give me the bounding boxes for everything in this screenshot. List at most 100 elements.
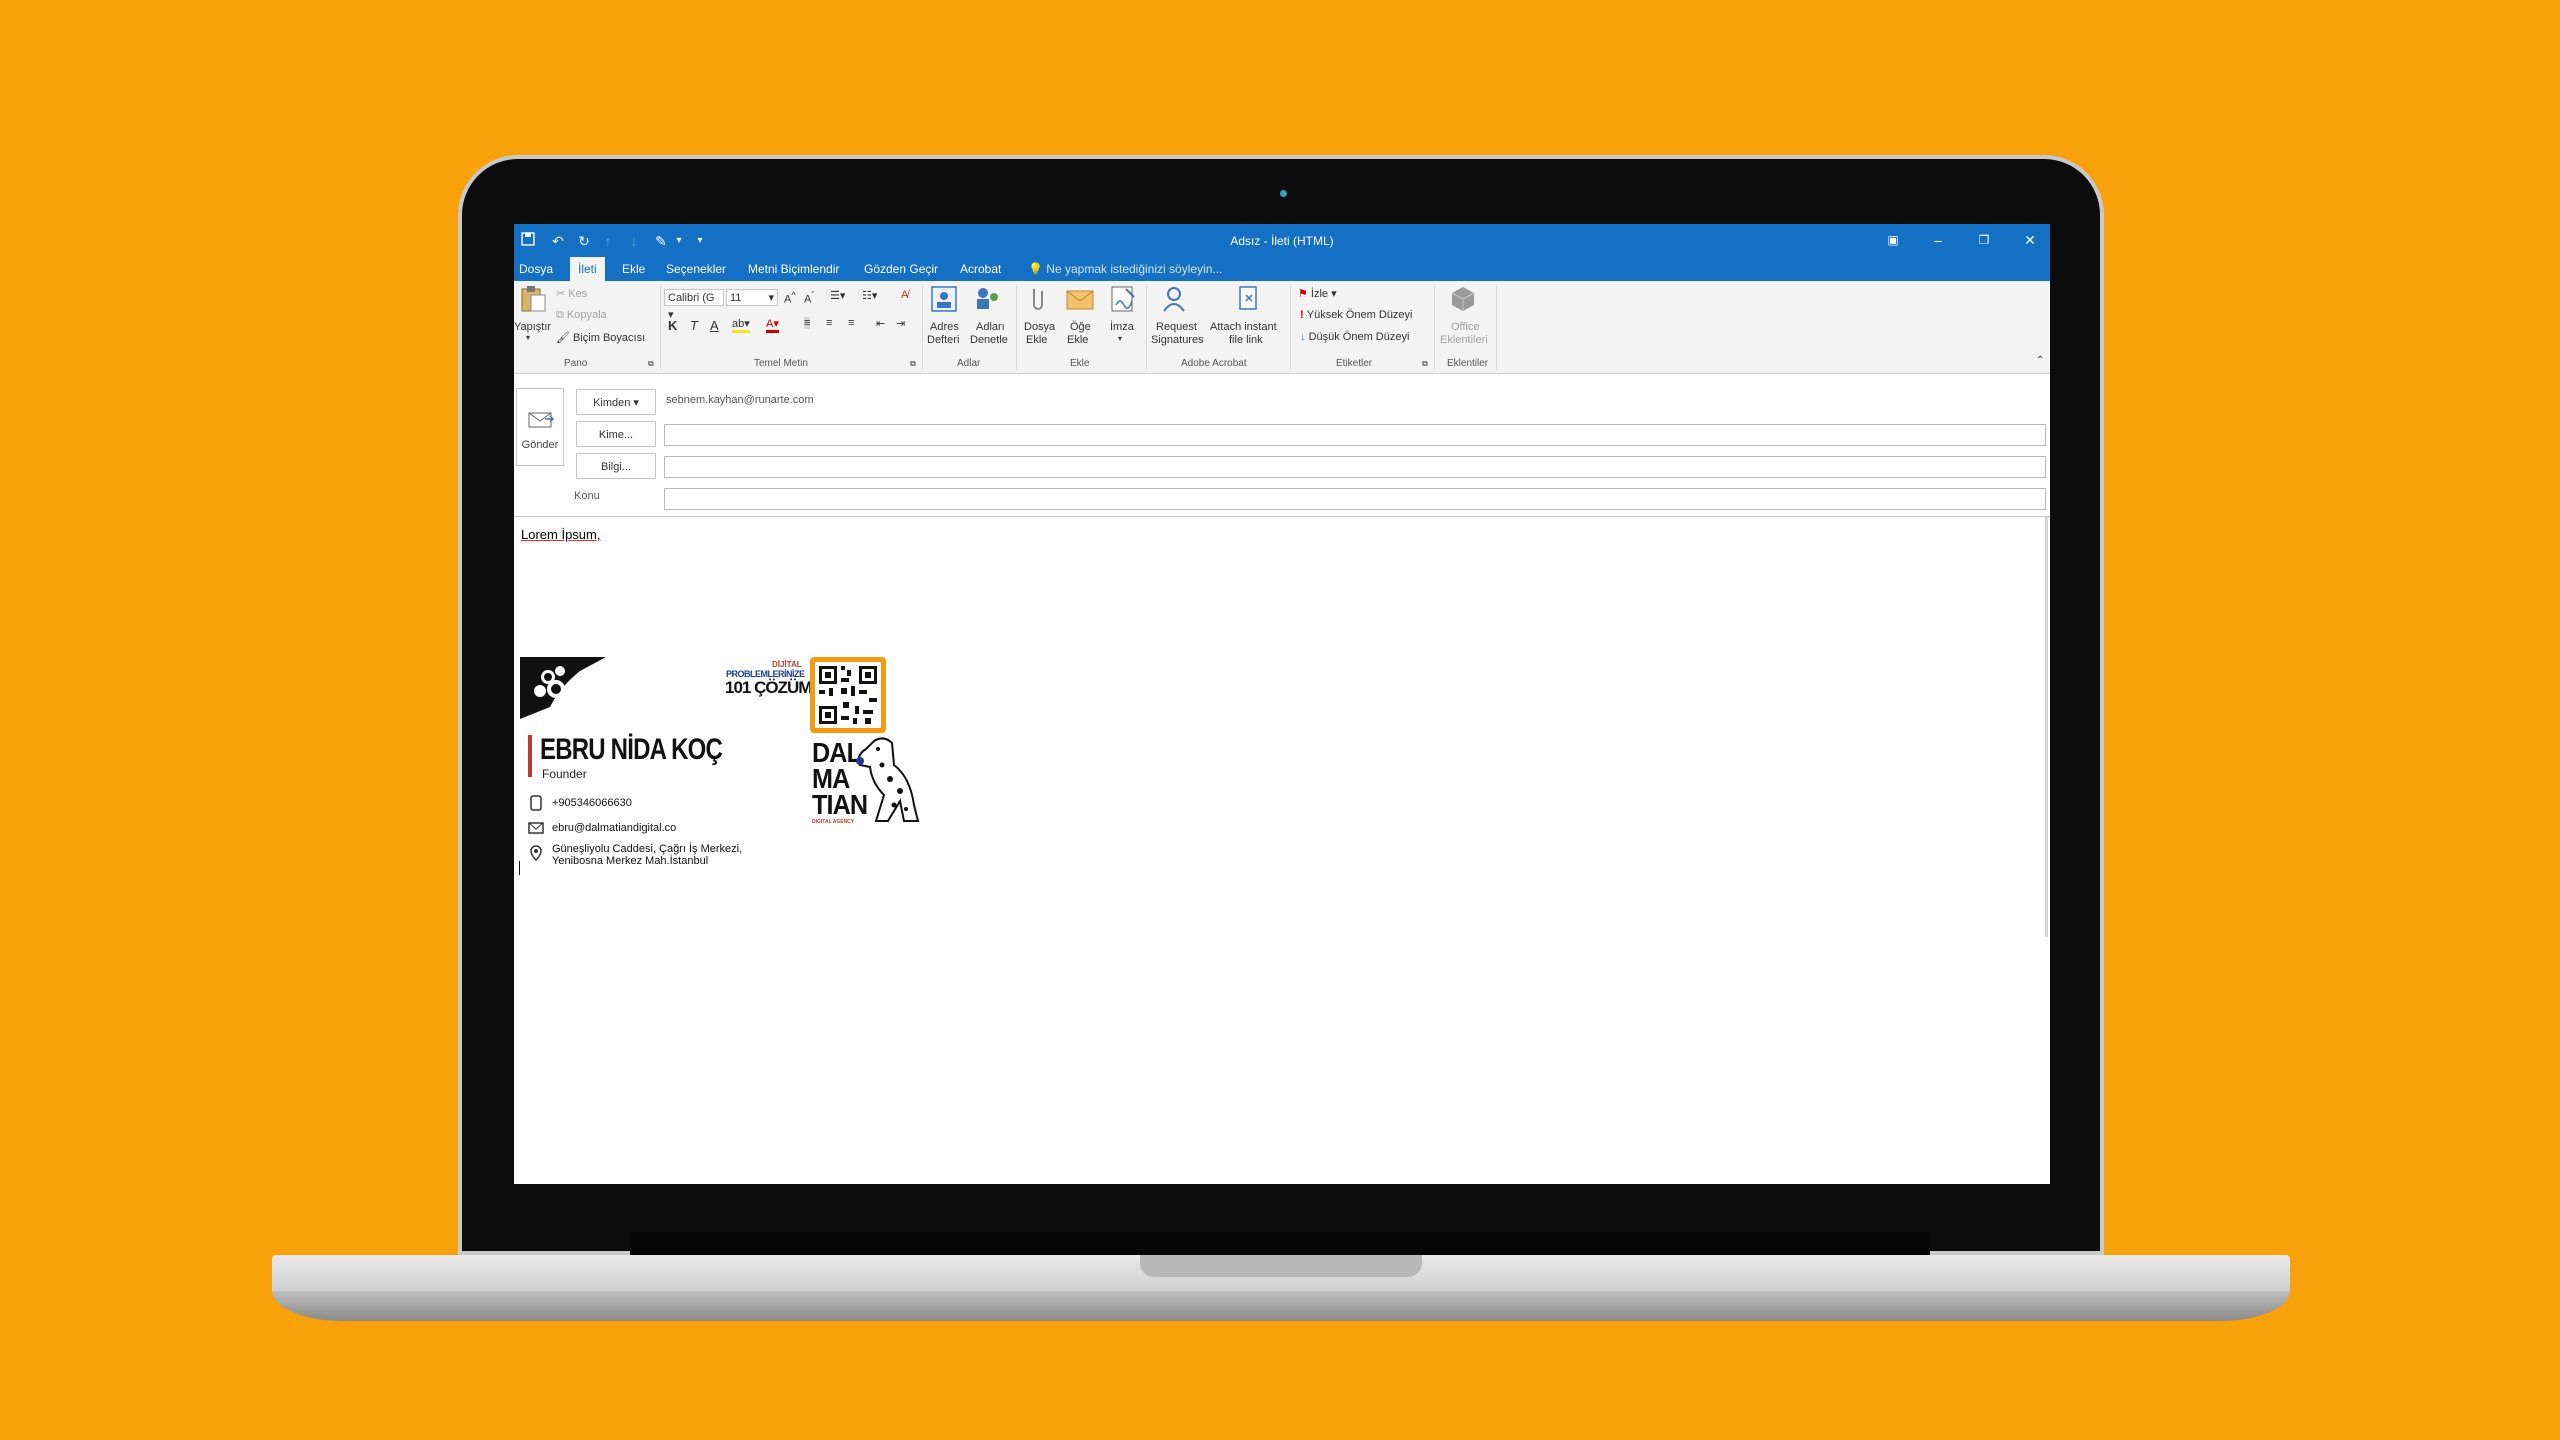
vertical-scrollbar[interactable] xyxy=(2045,517,2048,937)
copy-label: Kopyala xyxy=(566,309,607,321)
phone-icon xyxy=(530,795,542,811)
group-label-ekle: Ekle xyxy=(1070,358,1090,369)
dalmatian-dog-icon xyxy=(856,737,920,822)
follow-up-button[interactable]: ⚑ İzle ▾ xyxy=(1298,287,1337,300)
highlight-icon[interactable]: ab▾ xyxy=(732,317,750,333)
promo-text-1: DİJİTAL xyxy=(772,660,802,669)
signature-label: İmza xyxy=(1110,321,1134,333)
attach-item-label-1: Öğe xyxy=(1070,321,1091,333)
to-button[interactable]: Kime... xyxy=(576,421,656,447)
format-painter-label: Biçim Boyacısı xyxy=(573,332,646,344)
minimize-button[interactable]: – xyxy=(1925,229,1951,251)
ribbon-display-icon[interactable]: ▣ xyxy=(1880,229,1906,251)
align-center-icon[interactable]: ≡ xyxy=(826,317,832,329)
ribbon-tabs: Dosya İleti Ekle Seçenekler Metni Biçiml… xyxy=(514,257,2050,281)
cc-button[interactable]: Bilgi... xyxy=(576,453,656,479)
group-label-pano: Pano xyxy=(564,358,588,369)
tags-launcher-icon[interactable]: ⧉ xyxy=(1422,359,1428,369)
attach-file-label-2: Ekle xyxy=(1026,334,1048,346)
grow-font-icon[interactable]: A^ xyxy=(784,290,796,306)
check-names-icon xyxy=(977,288,998,309)
request-signatures-label-2: Signatures xyxy=(1151,334,1204,346)
greeting-text: Lorem İpsum, xyxy=(521,527,601,542)
italic-button[interactable]: T xyxy=(690,318,698,333)
font-family-select[interactable]: Calibri (G ▾ xyxy=(664,289,724,321)
low-importance-label: Düşük Önem Düzeyi xyxy=(1308,331,1410,343)
laptop-hinge xyxy=(630,1232,1930,1257)
tab-metni-bicimlendir[interactable]: Metni Biçimlendir xyxy=(748,262,839,276)
subject-field[interactable] xyxy=(664,488,2046,510)
tab-ekle[interactable]: Ekle xyxy=(622,262,645,276)
high-importance-label: Yüksek Önem Düzeyi xyxy=(1306,309,1413,321)
separator xyxy=(1496,285,1497,369)
to-field[interactable] xyxy=(664,424,2046,446)
message-body[interactable]: Lorem İpsum, EBRU NİDA KOÇ Founder +9053… xyxy=(514,517,2050,1184)
separator xyxy=(660,285,661,369)
office-addins-label-1: Office xyxy=(1451,321,1480,333)
check-names-label-2: Denetle xyxy=(970,334,1008,346)
tab-acrobat[interactable]: Acrobat xyxy=(960,262,1001,276)
font-size-select[interactable]: 11 ▾ xyxy=(726,289,778,306)
scissors-icon: ✂ xyxy=(556,288,569,300)
shrink-font-icon[interactable]: Aˇ xyxy=(804,290,814,306)
signature-email[interactable]: ebru@dalmatiandigital.co xyxy=(552,822,676,834)
align-right-icon[interactable]: ≡ xyxy=(848,317,854,329)
cc-field[interactable] xyxy=(664,456,2046,478)
tab-gozden-gecir[interactable]: Gözden Geçir xyxy=(864,262,938,276)
brush-icon: 🖌 xyxy=(556,332,574,344)
close-button[interactable]: ✕ xyxy=(2017,229,2043,251)
from-label: Kimden xyxy=(593,397,631,409)
ribbon: Yapıştır ▾ ✂ Kes ⧉ Kopyala 🖌 Biçim Boyac… xyxy=(514,281,2050,374)
tab-ileti[interactable]: İleti xyxy=(570,257,605,281)
cut-label: Kes xyxy=(568,288,588,300)
webcam xyxy=(1280,190,1287,197)
send-button[interactable]: Gönder xyxy=(516,388,564,466)
pano-launcher-icon[interactable]: ⧉ xyxy=(648,359,654,369)
title-bar: ↶ ↻ ↑ ↓ ✎ ▾ ▾ Adsız - İleti (HTML) ▣ – ❐… xyxy=(514,224,2050,257)
decrease-indent-icon[interactable]: ⇤ xyxy=(876,317,885,330)
from-address: sebnem.kayhan@runarte.com xyxy=(666,394,814,406)
restore-button[interactable]: ❐ xyxy=(1971,229,1997,251)
format-painter-button[interactable]: 🖌 Biçim Boyacısı xyxy=(556,331,645,344)
underline-button[interactable]: A xyxy=(710,318,719,333)
text-cursor xyxy=(519,861,520,875)
tab-secenekler[interactable]: Seçenekler xyxy=(666,262,726,276)
promo-text-3: 101 ÇÖZÜM xyxy=(725,678,812,697)
bold-button[interactable]: K xyxy=(668,318,677,333)
from-button[interactable]: Kimden ▾ xyxy=(576,389,656,415)
increase-indent-icon[interactable]: ⇥ xyxy=(896,317,905,330)
high-importance-button[interactable]: ! Yüksek Önem Düzeyi xyxy=(1300,309,1413,321)
signature-phone[interactable]: +905346066630 xyxy=(552,797,632,809)
signature-address-1: Güneşliyolu Caddesi, Çağrı İş Merkezi, xyxy=(552,843,743,855)
location-pin-icon xyxy=(530,845,542,861)
bullets-icon[interactable]: ☰▾ xyxy=(830,289,845,302)
check-names-label-1: Adları xyxy=(976,321,1005,333)
font-size-value: 11 xyxy=(730,292,742,304)
window-title: Adsız - İleti (HTML) xyxy=(1230,234,1334,248)
envelope-icon xyxy=(1066,290,1094,310)
subject-label: Konu xyxy=(574,490,600,502)
qr-code-icon xyxy=(810,657,886,733)
separator xyxy=(1434,285,1435,369)
flag-icon: ⚑ xyxy=(1298,288,1311,300)
font-color-icon[interactable]: A▾ xyxy=(766,317,779,333)
request-signatures-label-1: Request xyxy=(1156,321,1197,333)
group-label-eklentiler: Eklentiler xyxy=(1447,358,1489,369)
cut-button[interactable]: ✂ Kes xyxy=(556,287,587,300)
align-left-icon[interactable]: ≡ xyxy=(804,317,811,329)
clear-formatting-icon[interactable]: A̸ xyxy=(901,289,908,301)
numbering-icon[interactable]: ☷▾ xyxy=(862,289,877,302)
signature-accent-bar xyxy=(528,735,532,777)
brand-subtitle: DIGITAL AGENCY xyxy=(812,819,855,825)
collapse-ribbon-icon[interactable]: ⌃ xyxy=(2036,355,2044,366)
copy-button[interactable]: ⧉ Kopyala xyxy=(556,309,607,322)
office-addins-icon xyxy=(1451,287,1475,311)
tell-me-box[interactable]: 💡 Ne yapmak istediğinizi söyleyin... xyxy=(1028,262,1222,276)
tab-dosya[interactable]: Dosya xyxy=(519,262,553,276)
paste-label: Yapıştır xyxy=(514,321,552,333)
attach-item-label-2: Ekle xyxy=(1067,334,1089,346)
office-addins-label-2: Eklentileri xyxy=(1440,334,1488,346)
send-label: Gönder xyxy=(521,439,559,451)
low-importance-button[interactable]: ↓ Düşük Önem Düzeyi xyxy=(1300,331,1409,343)
font-launcher-icon[interactable]: ⧉ xyxy=(910,359,916,369)
